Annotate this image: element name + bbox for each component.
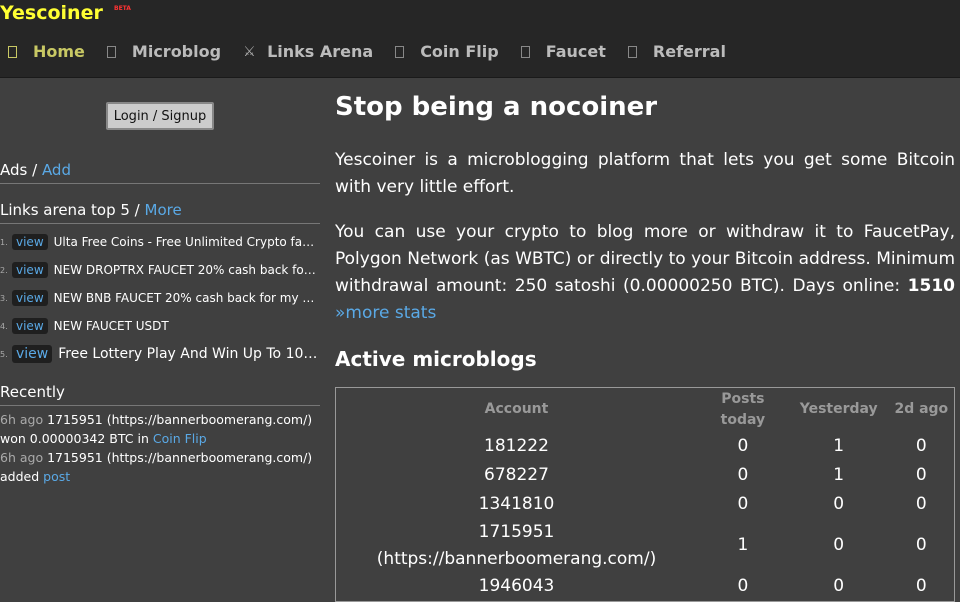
col-yesterday: Yesterday: [799, 401, 878, 418]
table-header-row: Account Posts today Yesterday 2d ago: [336, 388, 955, 432]
2d-ago-cell: 0: [915, 576, 927, 597]
recent-item: 6h ago 1715951 (https://bannerboomerang.…: [0, 448, 320, 486]
yesterday-cell: 0: [833, 493, 845, 514]
table-row: 181222 0 1 0: [336, 432, 955, 461]
posts-today-cell: 1: [737, 535, 749, 555]
view-button[interactable]: view: [12, 234, 48, 250]
item-number: 1.: [0, 237, 8, 247]
col-posts-today: Posts today: [720, 390, 766, 428]
account-cell[interactable]: 181222: [336, 432, 698, 461]
recent-link[interactable]: post: [43, 469, 70, 484]
account-cell[interactable]: 1946043: [336, 573, 698, 602]
table-row: 678227 0 1 0: [336, 461, 955, 490]
nav-links-arena-label: Links Arena: [267, 42, 374, 61]
coin-icon: [395, 45, 405, 58]
list-item: 4. view NEW FAUCET USDT: [0, 312, 320, 340]
nav-faucet-label: Faucet: [545, 42, 606, 61]
item-number: 3.: [0, 293, 8, 303]
nav-home-label: Home: [33, 42, 85, 61]
nav-links-arena[interactable]: ⚔ Links Arena: [243, 42, 373, 61]
link-title[interactable]: NEW DROPTRX FAUCET 20% cash back for my …: [54, 263, 320, 277]
withdraw-paragraph: You can use your crypto to blog more or …: [335, 219, 955, 327]
more-stats-link[interactable]: »more stats: [335, 303, 436, 323]
main-nav: Home Microblog ⚔ Links Arena Coin Flip F…: [8, 42, 748, 61]
microblog-icon: [106, 45, 116, 58]
recent-link[interactable]: Coin Flip: [153, 431, 207, 446]
account-cell[interactable]: 678227: [336, 461, 698, 490]
site-logo[interactable]: Yescoiner: [0, 2, 103, 24]
posts-today-cell: 0: [737, 464, 749, 485]
links-arena-list: 1. view Ulta Free Coins - Free Unlimited C…: [0, 228, 320, 368]
list-item: 5. view Free Lottery Play And Win Up To 10…: [0, 340, 320, 368]
link-title[interactable]: Free Lottery Play And Win Up To 1000: [58, 346, 320, 362]
yesterday-cell: 1: [833, 435, 845, 456]
nav-microblog-label: Microblog: [131, 42, 222, 61]
recent-activity-list: 6h ago 1715951 (https://bannerboomerang.…: [0, 410, 320, 486]
view-button[interactable]: view: [12, 290, 48, 306]
recently-heading: Recently: [0, 383, 320, 406]
nav-referral-label: Referral: [652, 42, 726, 61]
swords-icon: ⚔: [243, 43, 256, 60]
nav-coin-flip-label: Coin Flip: [420, 42, 499, 61]
item-number: 2.: [0, 265, 8, 275]
account-cell[interactable]: 1715951 (https://bannerboomerang.com/): [336, 519, 698, 573]
nav-faucet[interactable]: Faucet: [520, 42, 606, 61]
table-row: 1946043 0 0 0: [336, 573, 955, 602]
time-ago: 6h ago: [0, 450, 44, 465]
beta-badge: BETA: [114, 5, 131, 12]
nav-coin-flip[interactable]: Coin Flip: [395, 42, 499, 61]
account-cell[interactable]: 1341810: [336, 490, 698, 519]
yesterday-cell: 0: [833, 576, 845, 597]
sidebar: Login / Signup Ads / Add Links arena top…: [0, 78, 320, 600]
login-signup-button[interactable]: Login / Signup: [106, 102, 214, 130]
view-button[interactable]: view: [12, 345, 53, 363]
faucet-icon: [520, 45, 530, 58]
item-number: 5.: [0, 349, 8, 359]
list-item: 3. view NEW BNB FAUCET 20% cash back for m…: [0, 284, 320, 312]
links-arena-heading: Links arena top 5 / More: [0, 201, 320, 224]
col-account: Account: [484, 401, 549, 418]
days-online-value: 1510: [907, 276, 955, 296]
posts-today-cell: 0: [737, 435, 749, 456]
2d-ago-cell: 0: [915, 464, 927, 485]
nav-home[interactable]: Home: [8, 42, 85, 61]
referral-icon: [627, 45, 637, 58]
table-row: 1341810 0 0 0: [336, 490, 955, 519]
recent-item: 6h ago 1715951 (https://bannerboomerang.…: [0, 410, 320, 448]
posts-today-cell: 0: [737, 493, 749, 514]
yesterday-cell: 0: [833, 535, 845, 555]
view-button[interactable]: view: [12, 318, 48, 334]
yesterday-cell: 1: [833, 464, 845, 485]
link-title[interactable]: Ulta Free Coins - Free Unlimited Crypto …: [54, 235, 320, 249]
table-row: 1715951 (https://bannerboomerang.com/) 1…: [336, 519, 955, 573]
withdraw-text: You can use your crypto to blog more or …: [335, 222, 955, 296]
active-microblogs-heading: Active microblogs: [335, 347, 537, 371]
col-2d-ago: 2d ago: [894, 401, 949, 418]
home-icon: [8, 45, 17, 58]
active-microblogs-table: Account Posts today Yesterday 2d ago 181…: [335, 387, 955, 602]
time-ago: 6h ago: [0, 412, 44, 427]
links-arena-label: Links arena top 5 /: [0, 201, 145, 219]
list-item: 2. view NEW DROPTRX FAUCET 20% cash back f…: [0, 256, 320, 284]
2d-ago-cell: 0: [915, 535, 927, 555]
nav-microblog[interactable]: Microblog: [106, 42, 222, 61]
intro-paragraph: Yescoiner is a microblogging platform th…: [335, 150, 955, 197]
nav-referral[interactable]: Referral: [627, 42, 726, 61]
page-title: Stop being a nocoiner: [335, 92, 658, 122]
view-button[interactable]: view: [12, 262, 48, 278]
links-arena-more-link[interactable]: More: [145, 201, 182, 219]
ads-heading: Ads / Add: [0, 161, 320, 184]
item-number: 4.: [0, 321, 8, 331]
2d-ago-cell: 0: [915, 435, 927, 456]
link-title[interactable]: NEW FAUCET USDT: [54, 319, 169, 333]
list-item: 1. view Ulta Free Coins - Free Unlimited C…: [0, 228, 320, 256]
ads-label: Ads /: [0, 161, 42, 179]
top-bar: Yescoiner BETA Home Microblog ⚔ Links Ar…: [0, 0, 960, 78]
ads-add-link[interactable]: Add: [42, 161, 71, 179]
posts-today-cell: 0: [737, 576, 749, 597]
link-title[interactable]: NEW BNB FAUCET 20% cash back for my user…: [54, 291, 320, 305]
2d-ago-cell: 0: [915, 493, 927, 514]
